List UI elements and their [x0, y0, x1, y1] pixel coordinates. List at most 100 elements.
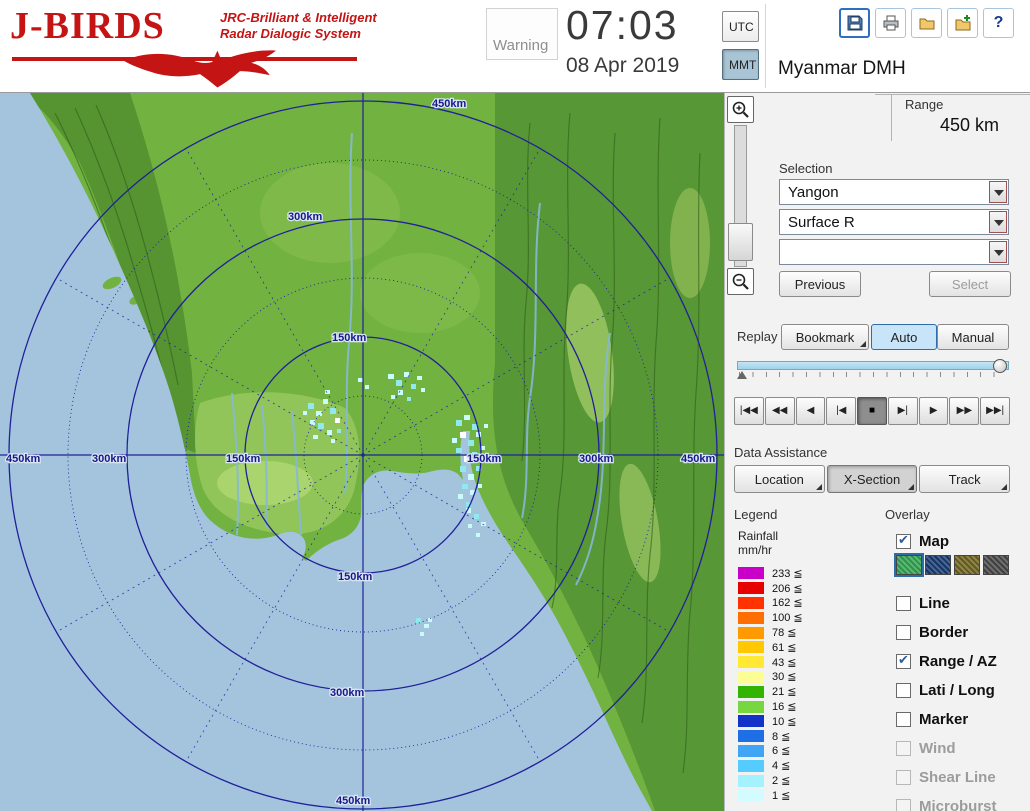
overlay-item[interactable]: Line [896, 589, 1030, 618]
legend-value: 206 ≦ [772, 582, 803, 595]
checkbox[interactable] [896, 712, 911, 727]
range-label-right-300: 300km [579, 453, 613, 465]
data-assistance-button[interactable]: X-Section [827, 465, 918, 493]
legend-color-swatch [738, 671, 764, 683]
legend-row: 206 ≦ [738, 581, 878, 596]
legend-unit-line2: mm/hr [738, 543, 772, 557]
transport-button[interactable]: |◀◀ [734, 397, 764, 425]
checkbox[interactable] [896, 683, 911, 698]
product-dropdown-value: Surface R [788, 214, 855, 231]
select-button[interactable]: Select [929, 271, 1011, 297]
checkbox[interactable] [896, 770, 911, 785]
legend-row: 162 ≦ [738, 596, 878, 611]
legend-color-swatch [738, 627, 764, 639]
replay-slider-start-marker [737, 371, 747, 379]
map-style-swatch[interactable] [983, 555, 1009, 575]
map-style-swatch[interactable] [954, 555, 980, 575]
help-button[interactable]: ? [983, 8, 1014, 38]
transport-button[interactable]: ◀◀ [765, 397, 795, 425]
data-assistance-buttons: LocationX-SectionTrack [734, 465, 1010, 493]
zoom-out-button[interactable] [727, 268, 754, 295]
legend-value: 233 ≦ [772, 567, 803, 580]
legend-row: 4 ≦ [738, 758, 878, 773]
print-button[interactable] [875, 8, 906, 38]
folder-icon [918, 14, 936, 32]
radar-map-view[interactable]: 450km 300km 150km 450km 300km 150km 150k… [0, 93, 724, 811]
checkbox[interactable] [896, 799, 911, 811]
range-label-top-150: 150km [332, 332, 366, 344]
auto-button[interactable]: Auto [871, 324, 937, 350]
replay-slider-thumb[interactable] [993, 359, 1007, 373]
bookmark-button[interactable]: Bookmark [781, 324, 869, 350]
replay-slider-track[interactable] [737, 361, 1009, 370]
transport-button[interactable]: ▶▶| [980, 397, 1010, 425]
legend-value: 78 ≦ [772, 626, 797, 639]
transport-button[interactable]: ▶| [888, 397, 918, 425]
data-assistance-button[interactable]: Location [734, 465, 825, 493]
warning-button[interactable]: Warning [486, 8, 558, 60]
chevron-down-icon[interactable] [989, 241, 1007, 263]
legend-title: Legend [734, 507, 777, 522]
site-dropdown-value: Yangon [788, 184, 839, 201]
data-assistance-button[interactable]: Track [919, 465, 1010, 493]
map-style-swatch[interactable] [925, 555, 951, 575]
transport-button[interactable]: ▶ [919, 397, 949, 425]
product-dropdown[interactable]: Surface R [779, 209, 1009, 235]
extra-dropdown[interactable] [779, 239, 1009, 265]
legend-color-swatch [738, 641, 764, 653]
chevron-down-icon[interactable] [989, 181, 1007, 203]
site-dropdown[interactable]: Yangon [779, 179, 1009, 205]
legend-color-swatch [738, 582, 764, 594]
checkbox[interactable] [896, 654, 911, 669]
legend-value: 43 ≦ [772, 656, 797, 669]
overlay-item[interactable]: Marker [896, 705, 1030, 734]
previous-button[interactable]: Previous [779, 271, 861, 297]
legend-value: 30 ≦ [772, 670, 797, 683]
map-style-swatch[interactable] [896, 555, 922, 575]
legend-value: 100 ≦ [772, 611, 803, 624]
checkbox[interactable] [896, 625, 911, 640]
utc-toggle-button[interactable]: UTC [722, 11, 759, 42]
legend-color-swatch [738, 686, 764, 698]
mmt-toggle-button[interactable]: MMT [722, 49, 759, 80]
transport-button[interactable]: ▶▶ [949, 397, 979, 425]
range-value: 450 km [891, 115, 999, 136]
zoom-in-button[interactable] [727, 96, 754, 123]
overlay-item-label: Lati / Long [919, 682, 995, 699]
open-file-button[interactable] [911, 8, 942, 38]
legend-color-swatch [738, 775, 764, 787]
legend-unit-line1: Rainfall [738, 529, 778, 543]
save-button[interactable] [839, 8, 870, 38]
radar-map-canvas: 450km 300km 150km 450km 300km 150km 150k… [0, 93, 724, 811]
overlay-item-label: Microburst [919, 798, 997, 811]
checkbox[interactable] [896, 596, 911, 611]
overlay-item[interactable]: Range / AZ [896, 647, 1030, 676]
legend-row: 100 ≦ [738, 610, 878, 625]
overlay-item-map[interactable]: Map [896, 531, 1026, 551]
transport-button[interactable]: ■ [857, 397, 887, 425]
checkbox[interactable] [896, 534, 911, 549]
overlay-item[interactable]: Microburst [896, 792, 1030, 811]
question-mark-icon: ? [994, 14, 1004, 32]
overlay-item[interactable]: Border [896, 618, 1030, 647]
overlay-item[interactable]: Shear Line [896, 763, 1030, 792]
transport-button[interactable]: ◀ [796, 397, 826, 425]
range-label-right-150: 150km [467, 453, 501, 465]
magnifier-plus-icon [731, 100, 751, 120]
map-style-swatches [896, 555, 1012, 577]
legend-value: 1 ≦ [772, 789, 790, 802]
checkbox[interactable] [896, 741, 911, 756]
transport-button[interactable]: |◀ [826, 397, 856, 425]
manual-button[interactable]: Manual [937, 324, 1009, 350]
replay-timeline-slider[interactable] [737, 359, 1009, 381]
legend-row: 10 ≦ [738, 714, 878, 729]
legend-row: 21 ≦ [738, 684, 878, 699]
rainfall-legend: 233 ≦ 206 ≦ 162 ≦ 100 ≦ 78 ≦ 61 ≦ [738, 566, 878, 803]
overlay-item[interactable]: Wind [896, 734, 1030, 763]
floppy-disk-icon [846, 14, 864, 32]
zoom-slider-thumb[interactable] [728, 223, 753, 261]
import-button[interactable] [947, 8, 978, 38]
overlay-item[interactable]: Lati / Long [896, 676, 1030, 705]
header-bar: J-BIRDS JRC-Brilliant & Intelligent Rada… [0, 0, 1030, 93]
chevron-down-icon[interactable] [989, 211, 1007, 233]
